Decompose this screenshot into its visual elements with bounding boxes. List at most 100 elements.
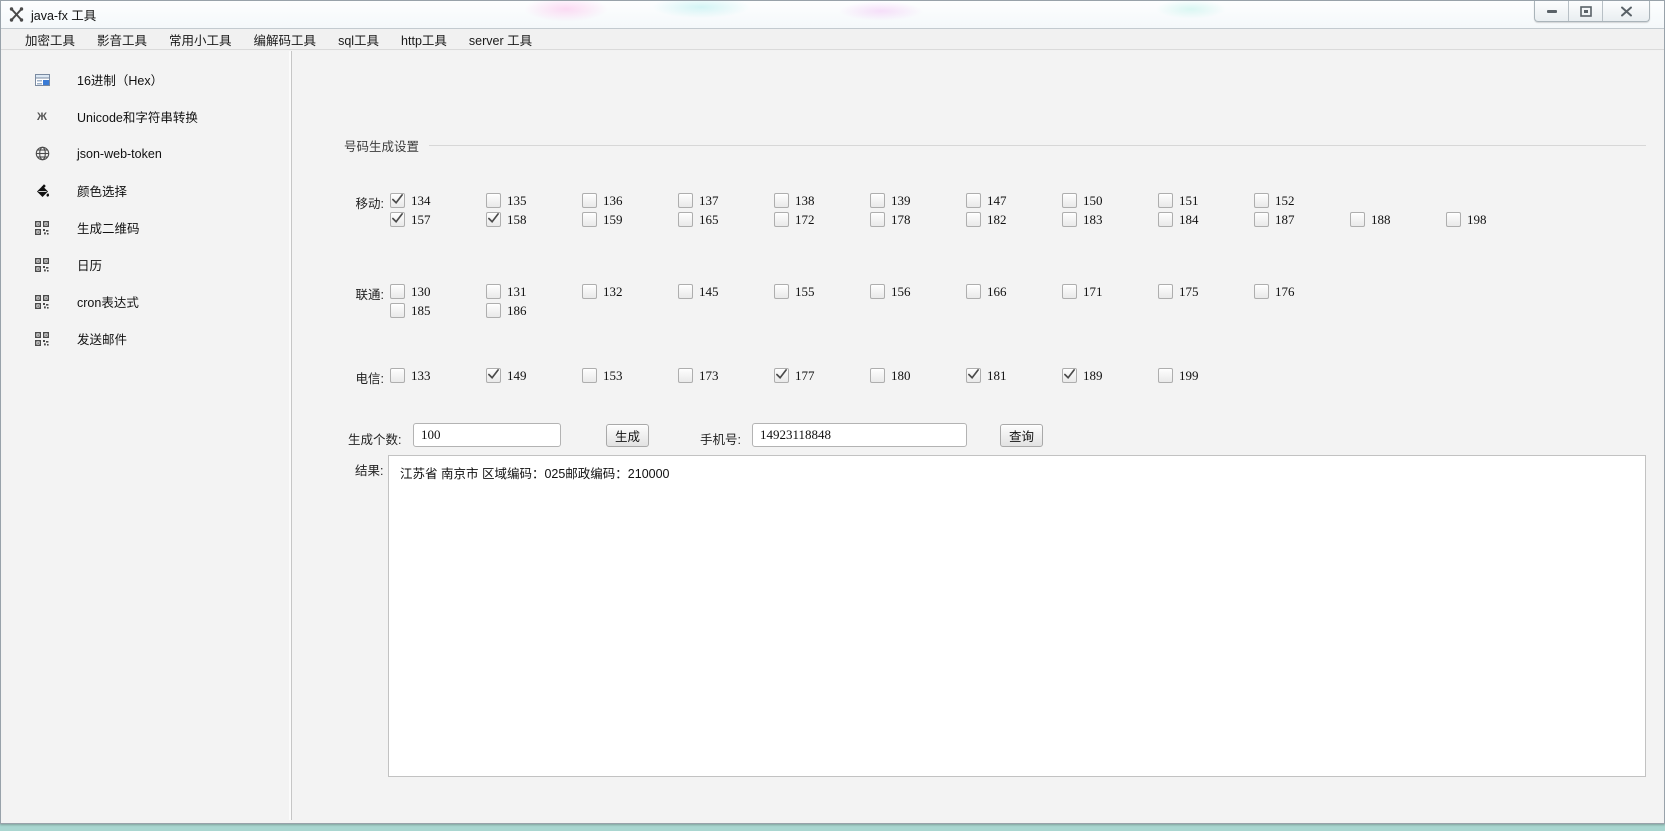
checkbox-checked[interactable] — [966, 368, 981, 383]
checkbox-unchecked[interactable] — [486, 193, 501, 208]
checkbox-unchecked[interactable] — [870, 368, 885, 383]
checkbox-unchecked[interactable] — [582, 212, 597, 227]
checkbox-unchecked[interactable] — [678, 368, 693, 383]
phone-prefix-checkbox[interactable]: 187 — [1254, 212, 1350, 228]
phone-prefix-checkbox[interactable]: 157 — [390, 212, 486, 228]
close-button[interactable] — [1603, 1, 1649, 21]
maximize-button[interactable] — [1569, 1, 1603, 21]
checkbox-unchecked[interactable] — [1446, 212, 1461, 227]
phone-prefix-checkbox[interactable]: 178 — [870, 212, 966, 228]
phone-prefix-checkbox[interactable]: 177 — [774, 368, 870, 384]
phone-prefix-checkbox[interactable]: 132 — [582, 284, 678, 300]
minimize-button[interactable] — [1535, 1, 1569, 21]
checkbox-unchecked[interactable] — [1062, 212, 1077, 227]
phone-prefix-checkbox[interactable]: 183 — [1062, 212, 1158, 228]
menu-item[interactable]: http工具 — [390, 28, 458, 51]
phone-prefix-checkbox[interactable]: 188 — [1350, 212, 1446, 228]
phone-prefix-checkbox[interactable]: 131 — [486, 284, 582, 300]
phone-prefix-checkbox[interactable]: 156 — [870, 284, 966, 300]
phone-prefix-checkbox[interactable]: 130 — [390, 284, 486, 300]
phone-prefix-checkbox[interactable]: 166 — [966, 284, 1062, 300]
checkbox-unchecked[interactable] — [1158, 368, 1173, 383]
phone-prefix-checkbox[interactable]: 165 — [678, 212, 774, 228]
phone-prefix-checkbox[interactable]: 186 — [486, 303, 582, 319]
sidebar-item[interactable]: 颜色选择 — [3, 172, 291, 209]
checkbox-unchecked[interactable] — [390, 284, 405, 299]
sidebar-item[interactable]: 发送邮件 — [3, 320, 291, 357]
checkbox-unchecked[interactable] — [582, 193, 597, 208]
phone-prefix-checkbox[interactable]: 189 — [1062, 368, 1158, 384]
checkbox-unchecked[interactable] — [774, 193, 789, 208]
checkbox-unchecked[interactable] — [678, 193, 693, 208]
checkbox-unchecked[interactable] — [390, 368, 405, 383]
sidebar-item[interactable]: json-web-token — [3, 135, 291, 172]
phone-prefix-checkbox[interactable]: 135 — [486, 193, 582, 209]
checkbox-unchecked[interactable] — [1158, 284, 1173, 299]
checkbox-unchecked[interactable] — [1158, 212, 1173, 227]
checkbox-unchecked[interactable] — [582, 284, 597, 299]
checkbox-unchecked[interactable] — [1350, 212, 1365, 227]
sidebar-item[interactable]: 16进制（Hex） — [3, 61, 291, 98]
phone-prefix-checkbox[interactable]: 182 — [966, 212, 1062, 228]
phone-prefix-checkbox[interactable]: 181 — [966, 368, 1062, 384]
menu-item[interactable]: 影音工具 — [86, 28, 158, 51]
phone-prefix-checkbox[interactable]: 151 — [1158, 193, 1254, 209]
checkbox-unchecked[interactable] — [582, 368, 597, 383]
checkbox-unchecked[interactable] — [966, 193, 981, 208]
checkbox-unchecked[interactable] — [774, 284, 789, 299]
phone-prefix-checkbox[interactable]: 184 — [1158, 212, 1254, 228]
checkbox-unchecked[interactable] — [678, 284, 693, 299]
checkbox-unchecked[interactable] — [1254, 284, 1269, 299]
phone-prefix-checkbox[interactable]: 150 — [1062, 193, 1158, 209]
checkbox-unchecked[interactable] — [774, 212, 789, 227]
checkbox-unchecked[interactable] — [966, 212, 981, 227]
checkbox-checked[interactable] — [774, 368, 789, 383]
phone-prefix-checkbox[interactable]: 149 — [486, 368, 582, 384]
checkbox-unchecked[interactable] — [1254, 212, 1269, 227]
phone-prefix-checkbox[interactable]: 158 — [486, 212, 582, 228]
checkbox-unchecked[interactable] — [966, 284, 981, 299]
sidebar-item[interactable]: cron表达式 — [3, 283, 291, 320]
phone-prefix-checkbox[interactable]: 198 — [1446, 212, 1542, 228]
menu-item[interactable]: server 工具 — [458, 28, 543, 51]
sidebar-item[interactable]: 生成二维码 — [3, 209, 291, 246]
phone-prefix-checkbox[interactable]: 153 — [582, 368, 678, 384]
phone-prefix-checkbox[interactable]: 139 — [870, 193, 966, 209]
checkbox-unchecked[interactable] — [678, 212, 693, 227]
checkbox-unchecked[interactable] — [390, 303, 405, 318]
checkbox-unchecked[interactable] — [1158, 193, 1173, 208]
phone-prefix-checkbox[interactable]: 133 — [390, 368, 486, 384]
generate-button[interactable]: 生成 — [606, 424, 649, 447]
checkbox-unchecked[interactable] — [870, 212, 885, 227]
checkbox-unchecked[interactable] — [486, 303, 501, 318]
menu-item[interactable]: sql工具 — [327, 28, 390, 51]
phone-prefix-checkbox[interactable]: 173 — [678, 368, 774, 384]
phone-prefix-checkbox[interactable]: 199 — [1158, 368, 1254, 384]
menu-item[interactable]: 加密工具 — [14, 28, 86, 51]
phone-prefix-checkbox[interactable]: 175 — [1158, 284, 1254, 300]
phone-prefix-checkbox[interactable]: 136 — [582, 193, 678, 209]
checkbox-unchecked[interactable] — [1254, 193, 1269, 208]
result-textarea[interactable]: 江苏省 南京市 区域编码：025邮政编码：210000 — [388, 455, 1646, 777]
query-button[interactable]: 查询 — [1000, 424, 1043, 447]
sidebar-item[interactable]: ЖUnicode和字符串转换 — [3, 98, 291, 135]
phone-prefix-checkbox[interactable]: 152 — [1254, 193, 1350, 209]
phone-prefix-checkbox[interactable]: 155 — [774, 284, 870, 300]
phone-prefix-checkbox[interactable]: 176 — [1254, 284, 1350, 300]
phone-prefix-checkbox[interactable]: 159 — [582, 212, 678, 228]
checkbox-checked[interactable] — [486, 212, 501, 227]
phone-prefix-checkbox[interactable]: 171 — [1062, 284, 1158, 300]
phone-prefix-checkbox[interactable]: 134 — [390, 193, 486, 209]
checkbox-unchecked[interactable] — [1062, 284, 1077, 299]
checkbox-checked[interactable] — [486, 368, 501, 383]
menu-item[interactable]: 常用小工具 — [158, 28, 243, 51]
checkbox-checked[interactable] — [1062, 368, 1077, 383]
count-input[interactable] — [413, 423, 561, 447]
phone-prefix-checkbox[interactable]: 145 — [678, 284, 774, 300]
menu-item[interactable]: 编解码工具 — [243, 28, 328, 51]
checkbox-checked[interactable] — [390, 193, 405, 208]
checkbox-unchecked[interactable] — [486, 284, 501, 299]
checkbox-unchecked[interactable] — [870, 193, 885, 208]
phone-prefix-checkbox[interactable]: 138 — [774, 193, 870, 209]
sidebar-item[interactable]: 日历 — [3, 246, 291, 283]
